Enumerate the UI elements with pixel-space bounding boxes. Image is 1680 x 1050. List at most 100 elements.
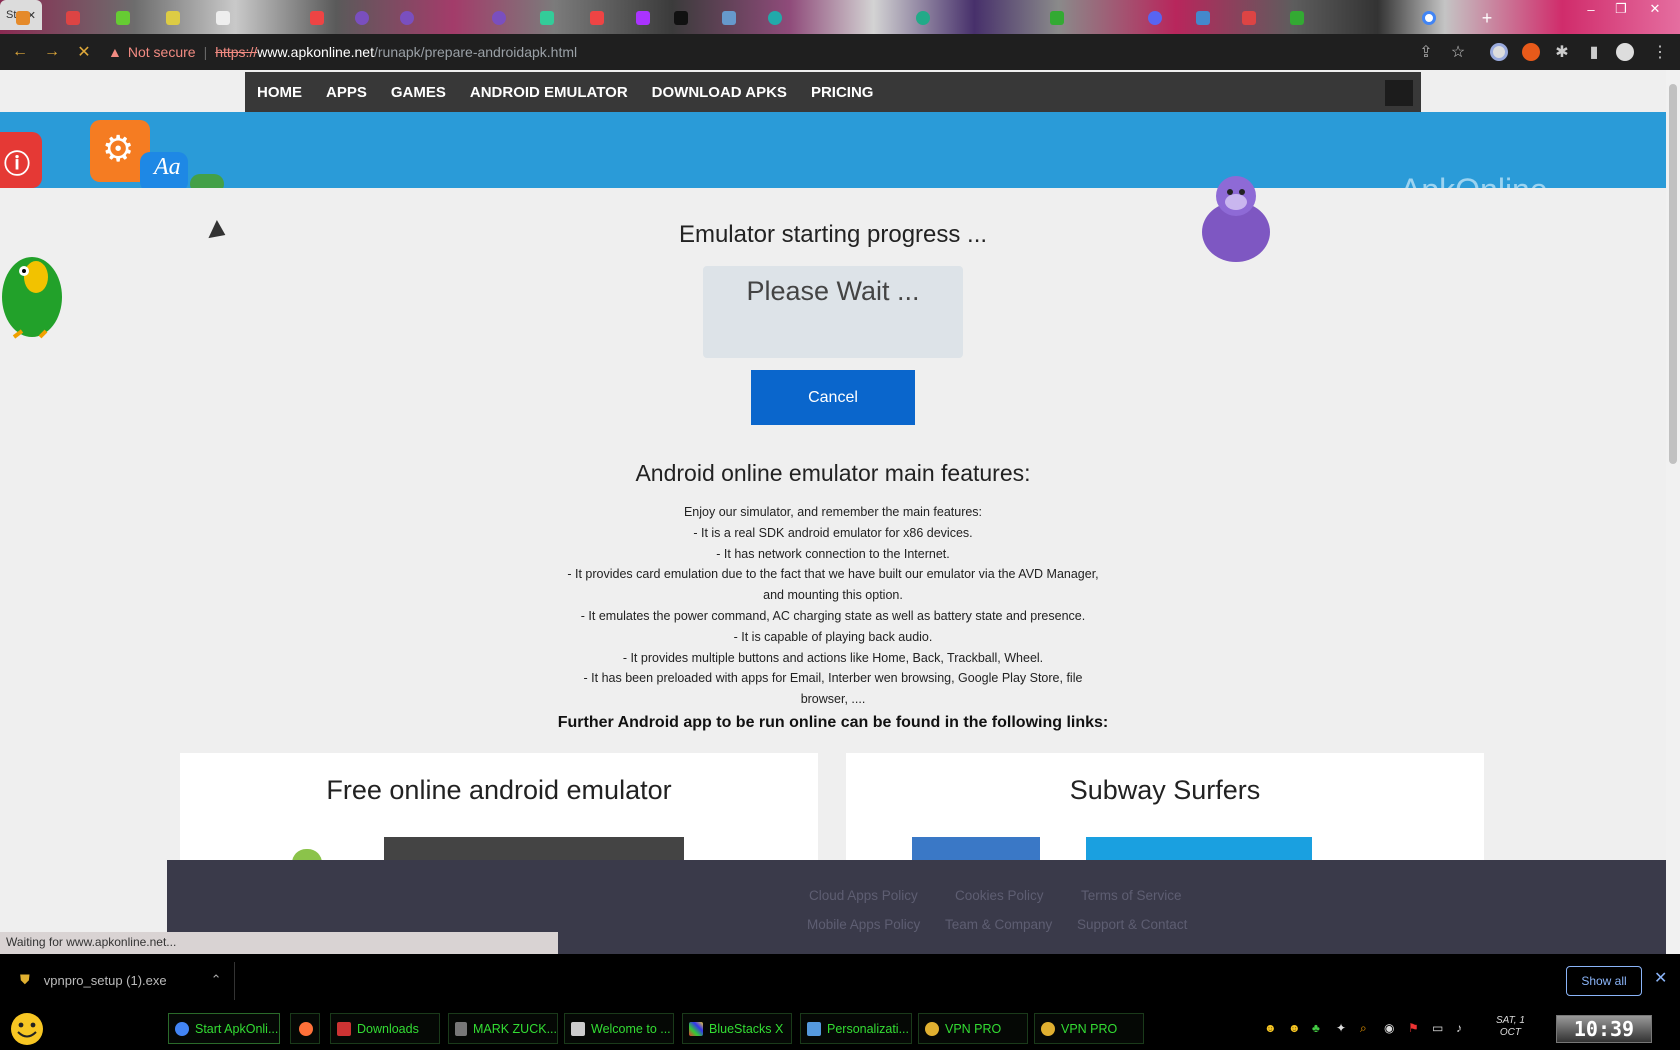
footer-link-support[interactable]: Support & Contact	[1077, 917, 1187, 932]
page-scrollbar[interactable]	[1666, 70, 1680, 954]
browser-tab[interactable]	[6, 6, 40, 30]
volume-icon[interactable]: ♪	[1456, 1021, 1470, 1035]
scrollbar-thumb[interactable]	[1669, 84, 1677, 464]
share-icon[interactable]: ⇪	[1416, 42, 1436, 62]
puzzle-extensions-icon[interactable]: ✱	[1552, 42, 1572, 62]
tray-smiley-icon[interactable]: ☻	[1264, 1021, 1278, 1035]
cancel-button[interactable]: Cancel	[751, 370, 915, 425]
tray-app-icon[interactable]: ◉	[1384, 1021, 1398, 1035]
green-parrot-icon	[2, 257, 62, 339]
taskbar-item-bluestacks[interactable]: BlueStacks X	[682, 1013, 792, 1044]
tab-favicon-icon	[590, 11, 604, 25]
new-tab-icon[interactable]: +	[1470, 6, 1504, 30]
document-icon	[455, 1021, 467, 1036]
browser-tab[interactable]	[530, 6, 564, 30]
tray-smiley-icon[interactable]: ☻	[1288, 1021, 1302, 1035]
taskbar-item-vpn-pro[interactable]: VPN PRO	[1034, 1013, 1144, 1044]
browser-tab[interactable]	[106, 6, 140, 30]
status-bubble: Waiting for www.apkonline.net...	[0, 932, 558, 954]
browser-tab[interactable]	[206, 6, 240, 30]
browser-tab[interactable]	[156, 6, 190, 30]
download-file-name[interactable]: vpnpro_setup (1).exe	[44, 973, 167, 988]
footer-link-terms[interactable]: Terms of Service	[1081, 888, 1182, 903]
side-panel-icon[interactable]: ▮	[1584, 42, 1604, 62]
browser-tab[interactable]	[758, 6, 792, 30]
footer-link-mobile-apps-policy[interactable]: Mobile Apps Policy	[807, 917, 920, 932]
tray-app-icon[interactable]: ♣	[1312, 1021, 1326, 1035]
browser-tab[interactable]	[345, 6, 379, 30]
smiley-start-icon[interactable]	[6, 1011, 48, 1047]
nav-apps[interactable]: APPS	[326, 84, 367, 101]
back-arrow-icon[interactable]: ←	[10, 42, 30, 62]
tab-favicon-icon	[674, 11, 688, 25]
browser-tab[interactable]	[300, 6, 334, 30]
close-window-icon[interactable]: ✕	[1640, 0, 1670, 18]
card-title[interactable]: Free online android emulator	[180, 775, 818, 806]
restore-icon[interactable]: ❐	[1606, 0, 1636, 18]
browser-tab[interactable]	[580, 6, 614, 30]
taskbar-clock[interactable]: 10:39	[1556, 1015, 1652, 1043]
close-download-bar-icon[interactable]: ✕	[1654, 968, 1667, 988]
taskbar-item-downloads[interactable]: Downloads	[330, 1013, 440, 1044]
card-title[interactable]: Subway Surfers	[846, 775, 1484, 806]
taskbar-item-personalization[interactable]: Personalizati...	[800, 1013, 912, 1044]
tab-favicon-icon	[1050, 11, 1064, 25]
browser-tab[interactable]	[1412, 6, 1446, 30]
browser-tab[interactable]	[1186, 6, 1220, 30]
browser-tab[interactable]	[1232, 6, 1266, 30]
taskbar: Start ApkOnli... Downloads MARK ZUCK... …	[0, 1007, 1680, 1050]
footer-link-cookies-policy[interactable]: Cookies Policy	[955, 888, 1044, 903]
tab-favicon-icon	[166, 11, 180, 25]
browser-tab[interactable]	[482, 6, 516, 30]
features-list: Enjoy our simulator, and remember the ma…	[560, 502, 1106, 710]
browser-tab[interactable]	[906, 6, 940, 30]
browser-tab[interactable]	[1280, 6, 1314, 30]
forward-arrow-icon[interactable]: →	[42, 42, 62, 62]
profile-avatar-icon[interactable]	[1616, 43, 1634, 61]
browser-tab[interactable]	[664, 6, 698, 30]
download-item[interactable]: ⛊ vpnpro_setup (1).exe ⌃	[20, 968, 222, 992]
show-all-button[interactable]: Show all	[1566, 966, 1642, 996]
tray-app-icon[interactable]: ✦	[1336, 1021, 1350, 1035]
nav-download-apks[interactable]: DOWNLOAD APKS	[652, 84, 787, 101]
taskbar-item-firefox[interactable]	[290, 1013, 320, 1044]
browser-tab[interactable]	[712, 6, 746, 30]
bookmark-star-icon[interactable]: ☆	[1448, 42, 1468, 62]
address-bar[interactable]: ▲ Not secure | https:// www.apkonline.ne…	[108, 38, 1488, 66]
extension-icon[interactable]	[1522, 43, 1540, 61]
browser-tab[interactable]	[390, 6, 424, 30]
tray-flag-icon[interactable]: ⚑	[1408, 1021, 1422, 1035]
security-label[interactable]: Not secure	[128, 44, 196, 60]
network-icon[interactable]: ▭	[1432, 1021, 1446, 1035]
nav-android-emulator[interactable]: ANDROID EMULATOR	[470, 84, 628, 101]
extension-icon[interactable]	[1490, 43, 1508, 61]
browser-tab[interactable]	[56, 6, 90, 30]
browser-tab[interactable]	[626, 6, 660, 30]
taskbar-item-mark-zuck[interactable]: MARK ZUCK...	[448, 1013, 558, 1044]
taskbar-item-vpn-pro[interactable]: VPN PRO	[918, 1013, 1028, 1044]
site-banner: ⓘ ⚙ Aa ApkOnline	[0, 112, 1666, 188]
tab-favicon-icon	[768, 11, 782, 25]
vpn-icon	[925, 1021, 939, 1036]
taskbar-item-welcome[interactable]: Welcome to ...	[564, 1013, 674, 1044]
browser-tab-strip: St ✕ + – ❐ ✕	[0, 0, 1680, 34]
browser-tab[interactable]	[1040, 6, 1074, 30]
footer-link-cloud-apps-policy[interactable]: Cloud Apps Policy	[809, 888, 918, 903]
further-links-heading: Further Android app to be run online can…	[557, 714, 1109, 731]
nav-games[interactable]: GAMES	[391, 84, 446, 101]
taskbar-item-chrome[interactable]: Start ApkOnli...	[168, 1013, 280, 1044]
tray-search-icon[interactable]: ⌕	[1360, 1021, 1374, 1035]
tab-favicon-icon	[400, 11, 414, 25]
menu-dots-icon[interactable]: ⋮	[1650, 42, 1670, 62]
taskbar-date[interactable]: SAT, 1 OCT	[1496, 1015, 1525, 1039]
nav-pricing[interactable]: PRICING	[811, 84, 874, 101]
stop-loading-icon[interactable]: ✕	[74, 42, 94, 62]
nav-home[interactable]: HOME	[257, 84, 302, 101]
footer-link-team[interactable]: Team & Company	[945, 917, 1052, 932]
browser-tab[interactable]	[1138, 6, 1172, 30]
tab-favicon-icon	[1196, 11, 1210, 25]
feature-line: - It provides multiple buttons and actio…	[622, 650, 1044, 665]
chevron-up-icon[interactable]: ⌃	[211, 972, 222, 988]
nav-menu-button[interactable]	[1385, 80, 1413, 106]
minimize-icon[interactable]: –	[1576, 0, 1606, 18]
